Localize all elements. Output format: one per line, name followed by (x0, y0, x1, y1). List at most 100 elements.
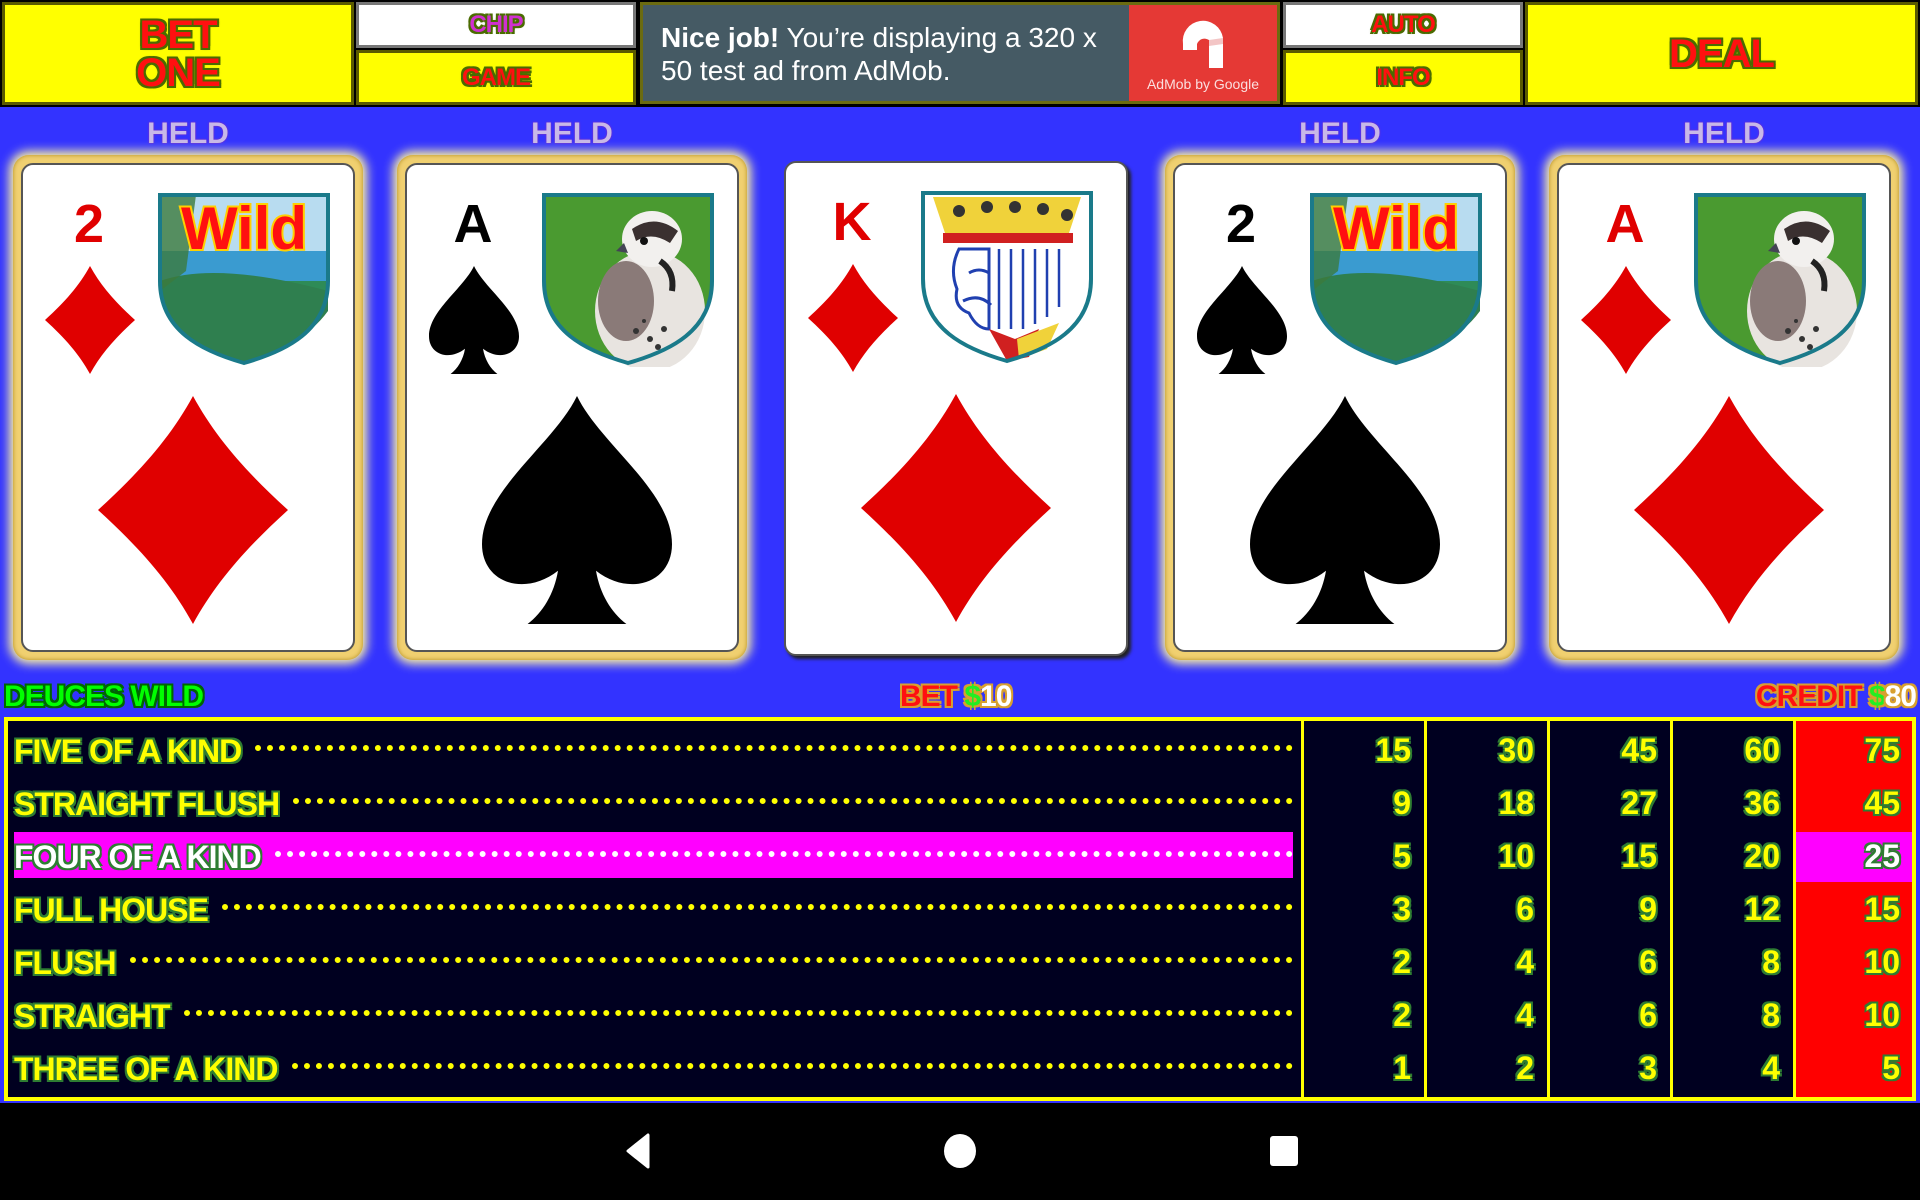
spade-icon (1197, 266, 1287, 374)
wild-crest-icon: Wild (1308, 191, 1484, 367)
ad-logo: AdMob by Google (1129, 5, 1277, 101)
paytable-column-4: 60 36 20 12 8 8 4 (1670, 721, 1792, 1097)
held-label: HELD (147, 117, 229, 150)
credit-amount: 80 (1884, 680, 1917, 713)
hand-name: FIVE OF A KIND (14, 732, 242, 769)
payout-value: 36 (1744, 785, 1780, 821)
paytable-column-2: 30 18 10 6 4 4 2 (1424, 721, 1546, 1097)
card-3[interactable]: K (784, 161, 1128, 656)
paytable-row: FLUSH (8, 938, 1301, 988)
payout-value: 20 (1744, 838, 1780, 874)
bet-display: BET $10 (900, 680, 1012, 714)
paytable-hand-names: FIVE OF A KIND STRAIGHT FLUSH FOUR OF A KI… (8, 721, 1301, 1097)
paytable-row: STRAIGHT FLUSH (8, 779, 1301, 829)
card-face: A (405, 163, 739, 652)
payout-value: 9 (1639, 891, 1657, 927)
payout-value: 30 (1498, 732, 1534, 768)
bet-currency: $ (964, 680, 981, 713)
card-1[interactable]: 2 Wild (13, 155, 363, 660)
card-5[interactable]: A (1549, 155, 1899, 660)
card-face: 2 Wild (1173, 163, 1507, 652)
paytable-row: FULL HOUSE (8, 885, 1301, 935)
spade-icon (429, 266, 519, 374)
paytable: FIVE OF A KIND STRAIGHT FLUSH FOUR OF A KI… (4, 717, 1916, 1101)
payout-value: 10 (1864, 997, 1900, 1033)
game-name: DEUCES WILD (4, 680, 204, 713)
paytable-row: FOUR OF A KIND (8, 832, 1301, 882)
payout-value: 45 (1864, 785, 1900, 821)
payout-value: 45 (1621, 732, 1657, 768)
payout-value: 8 (1762, 944, 1780, 980)
ad-banner[interactable]: Nice job! You’re displaying a 320 x 50 t… (640, 2, 1280, 104)
bet-one-button[interactable]: BET ONE (2, 2, 354, 105)
info-button[interactable]: INFO (1283, 50, 1523, 105)
payout-value: 15 (1864, 891, 1900, 927)
game-label: GAME (462, 63, 531, 91)
card-rank: K (832, 192, 872, 252)
home-icon[interactable] (940, 1131, 980, 1171)
diamond-icon (98, 396, 288, 624)
payout-value: 2 (1516, 1050, 1534, 1086)
spade-icon (482, 396, 672, 624)
back-icon[interactable] (620, 1131, 660, 1171)
payout-value: 15 (1375, 732, 1411, 768)
payout-value: 75 (1864, 732, 1900, 768)
hand-name: FOUR OF A KIND (14, 838, 262, 875)
payout-value: 4 (1516, 944, 1534, 980)
leader-dots (184, 1010, 1293, 1022)
credit-currency: $ (1868, 680, 1886, 713)
bet-label: BET (900, 680, 958, 713)
held-label: HELD (1299, 117, 1381, 150)
diamond-icon (1634, 396, 1824, 624)
payout-value: 9 (1393, 785, 1411, 821)
payout-value: 25 (1864, 838, 1900, 874)
leader-dots (222, 904, 1293, 916)
payout-value: 2 (1393, 944, 1411, 980)
falcon-crest-icon (1692, 191, 1868, 371)
game-button[interactable]: GAME (356, 50, 636, 105)
svg-text:Wild: Wild (181, 195, 307, 262)
card-face: 2 Wild (21, 163, 355, 652)
chip-button[interactable]: CHIP (356, 2, 636, 48)
leader-dots (293, 798, 1293, 810)
diamond-icon (808, 264, 898, 372)
payout-value: 4 (1516, 997, 1534, 1033)
payout-value: 18 (1498, 785, 1534, 821)
auto-button[interactable]: AUTO (1283, 2, 1523, 48)
card-rank: 2 (73, 194, 105, 254)
spade-icon (1250, 396, 1440, 624)
wild-crest-icon: Wild (156, 191, 332, 367)
credit-label: CREDIT (1755, 680, 1863, 713)
held-label: HELD (531, 117, 613, 150)
card-4[interactable]: 2 Wild (1165, 155, 1515, 660)
leader-dots (130, 957, 1293, 969)
payout-value: 60 (1744, 732, 1780, 768)
leader-dots (275, 851, 1293, 863)
deal-label: DEAL (1669, 31, 1775, 76)
info-label: INFO (1376, 63, 1430, 91)
recents-icon[interactable] (1264, 1131, 1304, 1171)
paytable-column-1: 15 9 5 3 2 2 1 (1301, 721, 1423, 1097)
payout-value: 1 (1393, 1050, 1411, 1086)
diamond-icon (861, 394, 1051, 622)
falcon-crest-icon (540, 191, 716, 371)
payout-value: 3 (1393, 891, 1411, 927)
card-2[interactable]: A (397, 155, 747, 660)
payout-value: 6 (1639, 944, 1657, 980)
paytable-column-5: 75 45 25 15 10 10 5 (1793, 721, 1912, 1097)
payout-value: 5 (1882, 1050, 1900, 1086)
android-nav-bar (0, 1103, 1920, 1200)
payout-value: 10 (1498, 838, 1534, 874)
hand-name: STRAIGHT FLUSH (14, 785, 280, 822)
payout-value: 2 (1393, 997, 1411, 1033)
hand-name: FULL HOUSE (14, 891, 209, 928)
ad-logo-caption: AdMob by Google (1146, 76, 1260, 92)
auto-label: AUTO (1371, 11, 1436, 38)
deal-button[interactable]: DEAL (1525, 2, 1918, 105)
credit-display: CREDIT $80 (1755, 680, 1917, 714)
game-table: HELD 2 Wild HELD A K HELD 2 Wild HELD A … (0, 107, 1920, 1103)
card-rank: 2 (1225, 194, 1257, 254)
card-rank: A (453, 194, 493, 254)
paytable-row: THREE OF A KIND (8, 1044, 1301, 1094)
paytable-row: FIVE OF A KIND (8, 726, 1301, 776)
